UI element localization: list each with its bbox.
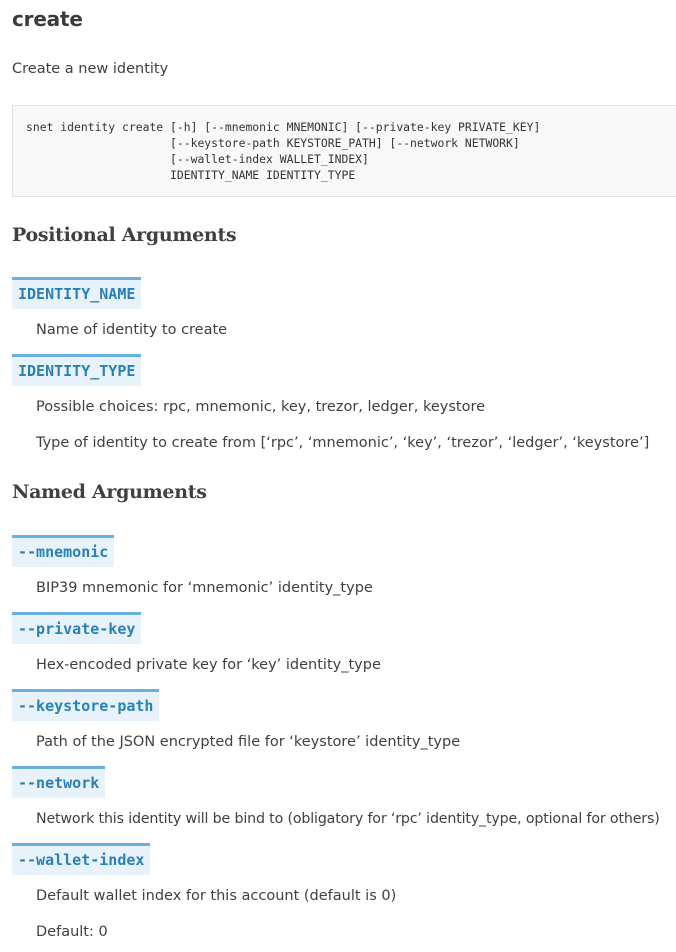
positional-arguments-heading: Positional Arguments [12, 224, 237, 246]
arg-identity-type-description: Type of identity to create from [‘rpc’, … [36, 435, 650, 451]
named-arguments-heading: Named Arguments [12, 481, 207, 503]
arg-wallet-index: --wallet-index [12, 843, 151, 875]
arg-private-key: --private-key [12, 612, 142, 644]
arg-identity-type: IDENTITY_TYPE [12, 354, 142, 386]
arg-identity-name: IDENTITY_NAME [12, 277, 142, 309]
arg-network: --network [12, 766, 106, 798]
usage-line: [--wallet-index WALLET_INDEX] [26, 152, 369, 166]
arg-keystore-path-description: Path of the JSON encrypted file for ‘key… [36, 734, 461, 750]
arg-identity-type-choices: Possible choices: rpc, mnemonic, key, tr… [36, 399, 486, 415]
usage-code-block: snet identity create [-h] [--mnemonic MN… [12, 105, 676, 197]
arg-wallet-index-description: Default wallet index for this account (d… [36, 888, 397, 904]
arg-mnemonic-description: BIP39 mnemonic for ‘mnemonic’ identity_t… [36, 580, 373, 596]
arg-network-description: Network this identity will be bind to (o… [36, 811, 660, 827]
command-description: Create a new identity [12, 61, 169, 77]
arg-private-key-description: Hex-encoded private key for ‘key’ identi… [36, 657, 381, 673]
usage-line: IDENTITY_NAME IDENTITY_TYPE [26, 168, 356, 182]
page-title: create [12, 7, 83, 31]
arg-mnemonic: --mnemonic [12, 535, 115, 567]
usage-line: [--keystore-path KEYSTORE_PATH] [--netwo… [26, 136, 520, 150]
usage-line: snet identity create [-h] [--mnemonic MN… [26, 120, 541, 134]
arg-wallet-index-default: Default: 0 [36, 924, 108, 940]
arg-identity-name-description: Name of identity to create [36, 322, 228, 338]
arg-keystore-path: --keystore-path [12, 689, 160, 721]
